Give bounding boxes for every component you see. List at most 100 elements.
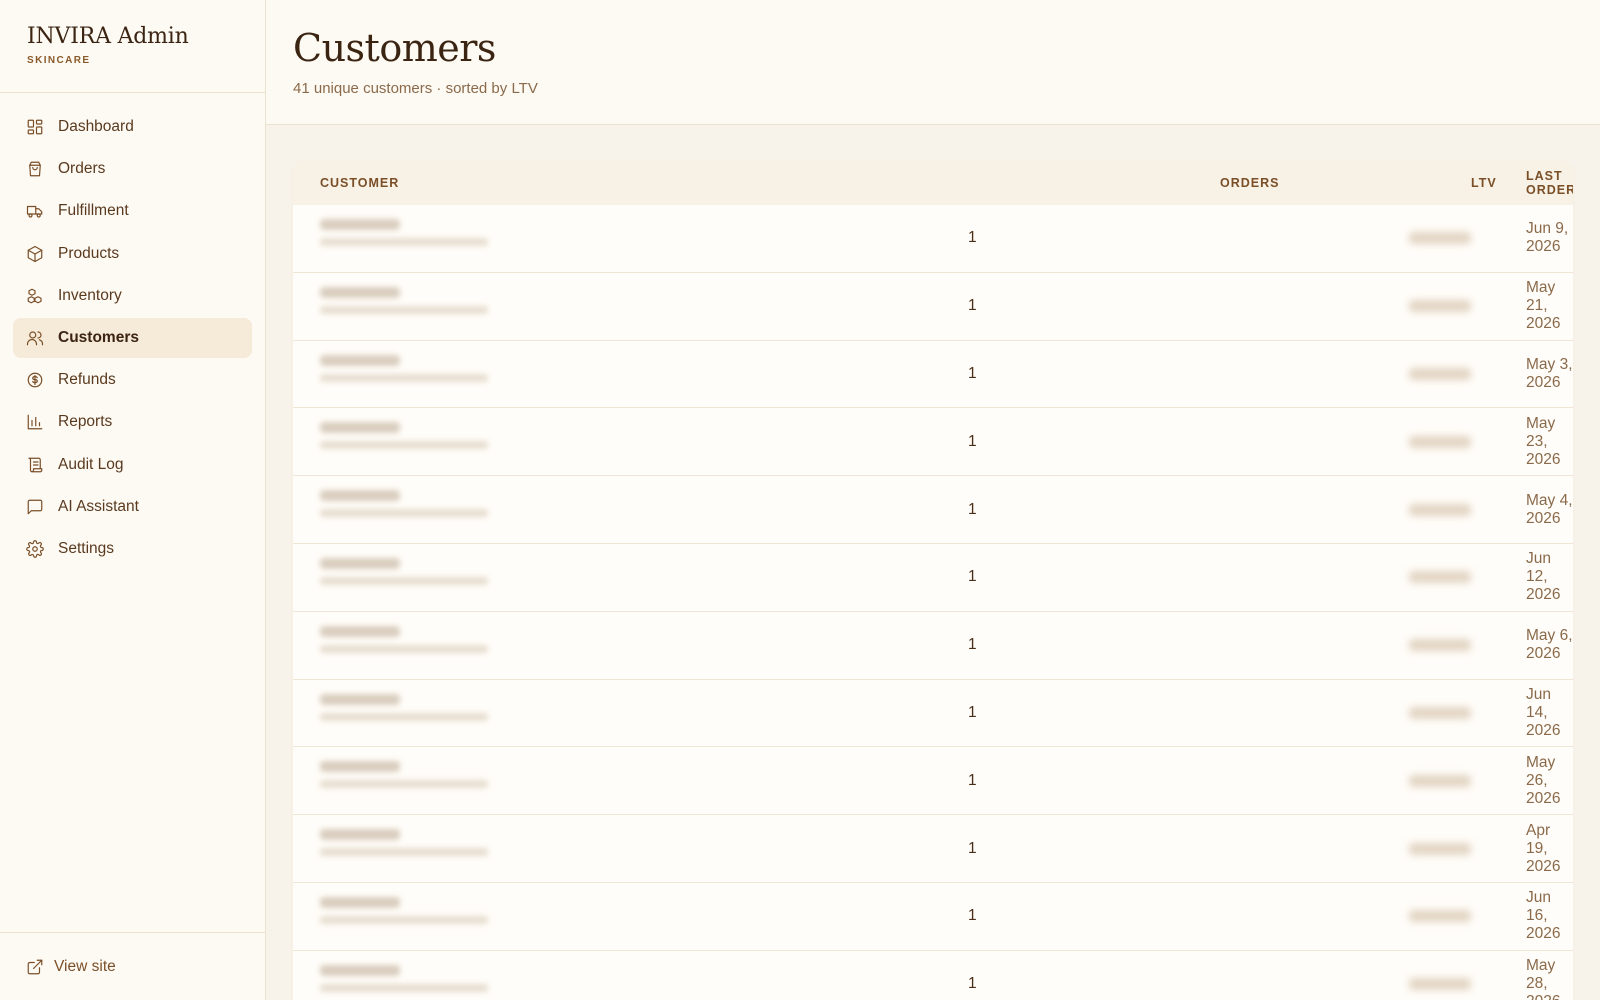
last-order-cell: Apr 19, 2026 xyxy=(1526,821,1561,875)
orders-cell: 1 xyxy=(968,907,977,925)
ltv-cell-redacted xyxy=(1409,910,1471,923)
table-row[interactable]: 1 May 6, 2026 xyxy=(293,612,1573,680)
sidebar-item-ai-assistant[interactable]: AI Assistant xyxy=(13,487,252,527)
ltv-cell-redacted xyxy=(1409,503,1471,516)
view-site-label: View site xyxy=(54,957,116,975)
customer-cell xyxy=(320,625,488,653)
sidebar-item-label: Audit Log xyxy=(58,455,124,473)
table-row[interactable]: 1 May 23, 2026 xyxy=(293,408,1573,477)
table-row[interactable]: 1 May 21, 2026 xyxy=(293,273,1573,341)
ltv-cell-redacted xyxy=(1409,706,1471,719)
customer-name-redacted xyxy=(320,219,400,230)
shopping-bag-icon xyxy=(26,160,44,178)
table-row[interactable]: 1 May 4, 2026 xyxy=(293,476,1573,544)
orders-cell: 1 xyxy=(968,839,977,857)
ltv-cell-redacted xyxy=(1409,367,1471,380)
customer-email-redacted xyxy=(320,915,488,924)
customer-name-redacted xyxy=(320,693,400,705)
main-content: Customers 41 unique customers · sorted b… xyxy=(266,0,1600,1000)
orders-cell: 1 xyxy=(968,975,977,993)
sidebar-item-inventory[interactable]: Inventory xyxy=(13,276,252,316)
customer-email-redacted xyxy=(320,238,488,246)
dollar-circle-icon xyxy=(26,371,44,389)
customer-name-redacted xyxy=(320,829,400,841)
orders-cell: 1 xyxy=(968,297,977,315)
table-body: 1 Jun 9, 2026 1 May 21, 2026 1 May 3, 2026 1 Ma… xyxy=(293,205,1573,1000)
page-subtitle: 41 unique customers · sorted by LTV xyxy=(293,80,538,97)
page-title: Customers xyxy=(293,26,496,70)
column-header-orders[interactable]: ORDERS xyxy=(1220,176,1279,190)
customer-email-redacted xyxy=(320,712,488,721)
orders-cell: 1 xyxy=(968,364,977,382)
customer-cell xyxy=(320,693,488,721)
table-row[interactable]: 1 Jun 12, 2026 xyxy=(293,544,1573,612)
customer-name-redacted xyxy=(320,964,400,976)
last-order-cell: May 26, 2026 xyxy=(1526,753,1561,807)
ltv-cell-redacted xyxy=(1409,842,1471,855)
sidebar-item-label: Inventory xyxy=(58,286,122,304)
table-row[interactable]: 1 Jun 16, 2026 xyxy=(293,883,1573,951)
brand-subtitle: SKINCARE xyxy=(27,55,91,66)
ltv-cell-redacted xyxy=(1409,300,1471,313)
customer-name-redacted xyxy=(320,896,400,908)
customer-name-redacted xyxy=(320,354,400,366)
box-icon xyxy=(26,245,44,263)
customer-cell xyxy=(320,219,488,246)
customer-cell xyxy=(320,422,488,450)
sidebar-item-audit-log[interactable]: Audit Log xyxy=(13,445,252,485)
table-row[interactable]: 1 Apr 19, 2026 xyxy=(293,815,1573,883)
gear-icon xyxy=(26,540,44,558)
last-order-cell: May 4, 2026 xyxy=(1526,491,1573,527)
sidebar-item-label: Settings xyxy=(58,539,115,557)
sidebar-item-settings[interactable]: Settings xyxy=(13,529,252,569)
customer-name-redacted xyxy=(320,422,400,434)
customer-email-redacted xyxy=(320,373,488,382)
table-row[interactable]: 1 Jun 9, 2026 xyxy=(293,205,1573,273)
ltv-cell-redacted xyxy=(1409,774,1471,787)
customer-email-redacted xyxy=(320,305,488,314)
page-header: Customers 41 unique customers · sorted b… xyxy=(266,0,1600,125)
table-row[interactable]: 1 Jun 14, 2026 xyxy=(293,680,1573,748)
orders-cell: 1 xyxy=(968,229,977,247)
table-row[interactable]: 1 May 26, 2026 xyxy=(293,747,1573,816)
last-order-cell: May 28, 2026 xyxy=(1526,957,1560,1000)
customer-email-redacted xyxy=(320,644,488,653)
sidebar: INVIRA Admin SKINCARE Dashboard Orders F… xyxy=(0,0,266,1000)
brand: INVIRA Admin SKINCARE xyxy=(0,0,265,93)
customer-cell xyxy=(320,354,488,382)
sidebar-item-label: Reports xyxy=(58,413,113,431)
users-icon xyxy=(26,329,44,347)
last-order-cell: May 21, 2026 xyxy=(1526,279,1561,333)
truck-icon xyxy=(26,202,44,220)
last-order-cell: May 6, 2026 xyxy=(1526,627,1573,663)
customer-cell xyxy=(320,557,488,585)
sidebar-item-products[interactable]: Products xyxy=(13,234,252,274)
sidebar-item-dashboard[interactable]: Dashboard xyxy=(13,107,252,147)
sidebar-item-fulfillment[interactable]: Fulfillment xyxy=(13,191,252,231)
column-header-last-order[interactable]: LAST ORDER xyxy=(1526,169,1573,197)
orders-cell: 1 xyxy=(968,432,977,450)
column-header-ltv[interactable]: LTV xyxy=(1471,176,1497,190)
customers-table: CUSTOMER ORDERS LTV LAST ORDER 1 Jun 9, 2… xyxy=(293,161,1573,1000)
customer-email-redacted xyxy=(320,509,488,518)
sidebar-item-reports[interactable]: Reports xyxy=(13,402,252,442)
customer-cell xyxy=(320,286,488,314)
sidebar-item-orders[interactable]: Orders xyxy=(13,149,252,189)
bar-chart-icon xyxy=(26,413,44,431)
last-order-cell: Jun 14, 2026 xyxy=(1526,685,1561,739)
column-header-customer[interactable]: CUSTOMER xyxy=(293,176,983,190)
customer-name-redacted xyxy=(320,490,400,502)
last-order-cell: Jun 16, 2026 xyxy=(1526,889,1561,943)
table-row[interactable]: 1 May 28, 2026 xyxy=(293,951,1573,1000)
customer-email-redacted xyxy=(320,441,488,450)
ltv-cell-redacted xyxy=(1409,435,1471,448)
sidebar-item-refunds[interactable]: Refunds xyxy=(13,360,252,400)
external-link-icon xyxy=(26,958,44,976)
table-header: CUSTOMER ORDERS LTV LAST ORDER xyxy=(293,161,1573,205)
sidebar-item-customers[interactable]: Customers xyxy=(13,317,252,358)
table-row[interactable]: 1 May 3, 2026 xyxy=(293,341,1573,409)
chat-icon xyxy=(26,498,44,516)
orders-cell: 1 xyxy=(968,703,977,721)
sidebar-item-label: Products xyxy=(58,244,120,262)
view-site-link[interactable]: View site xyxy=(0,932,265,1000)
